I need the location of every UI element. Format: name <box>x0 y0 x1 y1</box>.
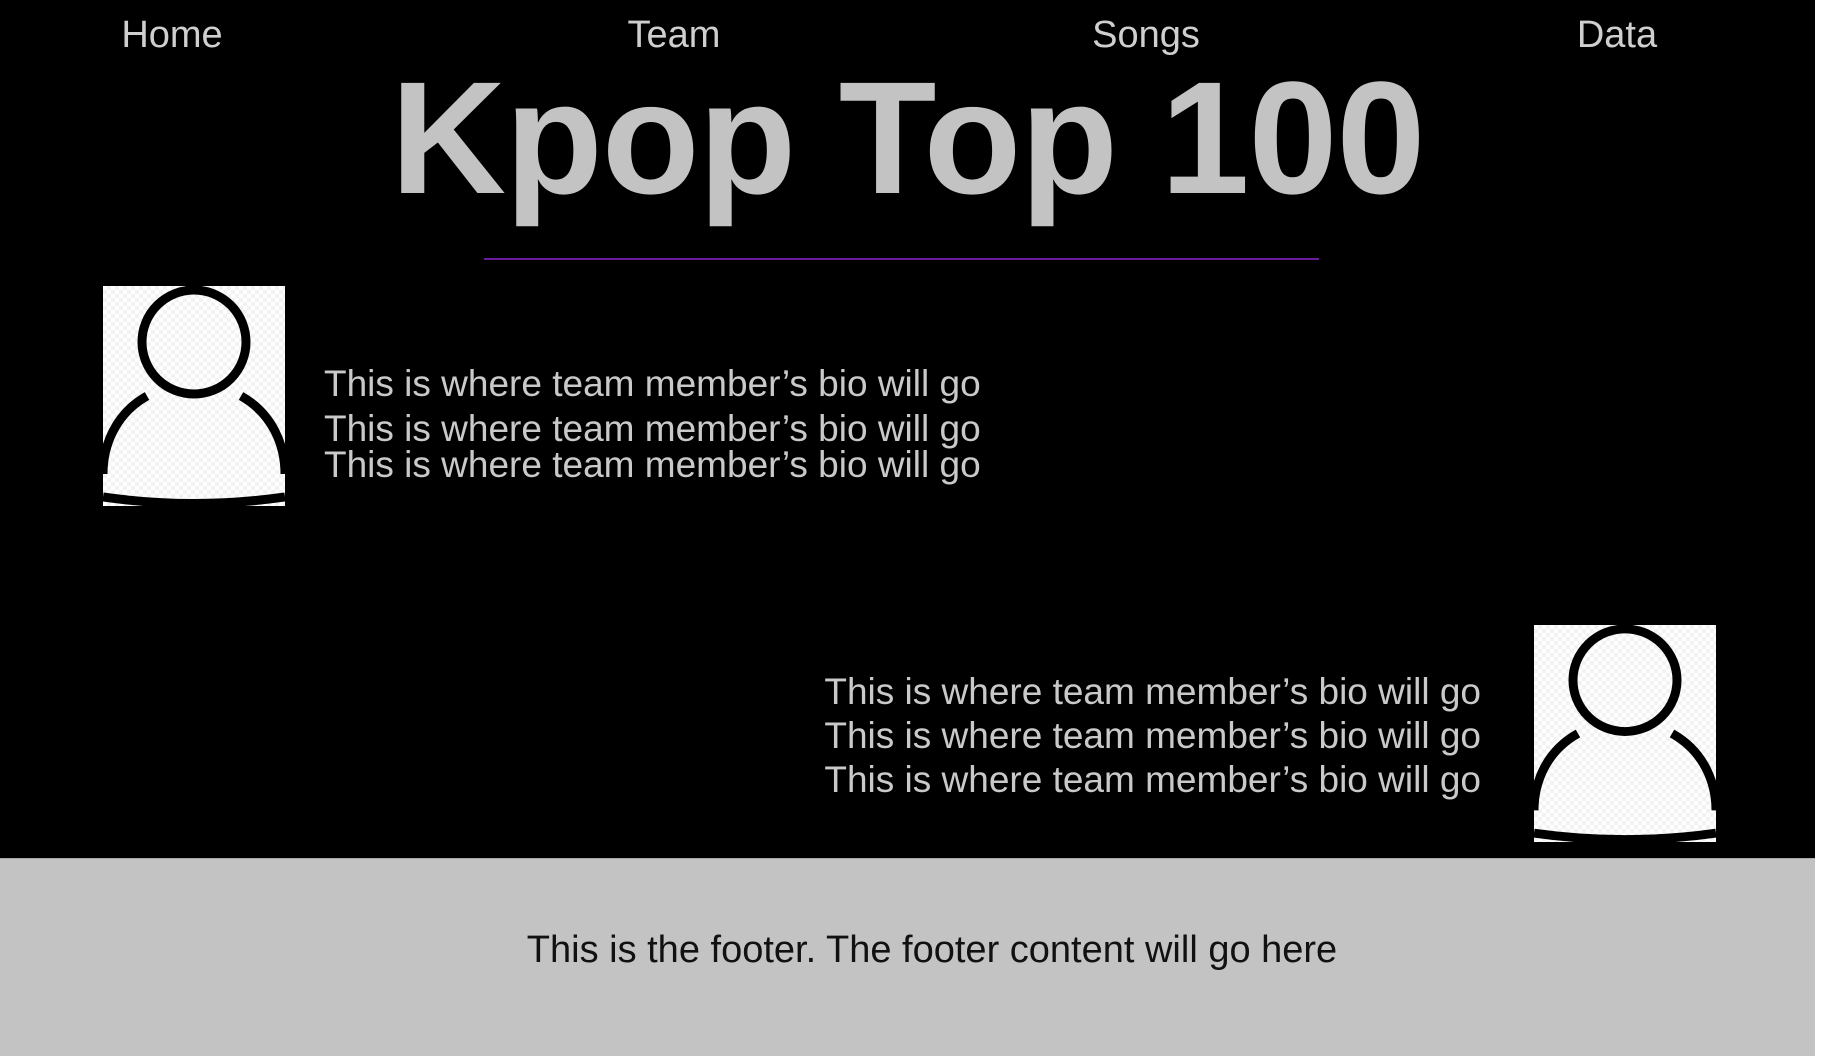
page-footer: This is the footer. The footer content w… <box>0 858 1815 1056</box>
nav-home-link[interactable]: Home <box>121 12 222 58</box>
footer-text: This is the footer. The footer content w… <box>526 929 1338 971</box>
team-member-1-bio-line-3: This is where team member’s bio will go <box>324 444 981 485</box>
person-placeholder-icon <box>103 286 285 506</box>
page-title: Kpop Top 100 <box>390 48 1426 227</box>
team-member-2-bio-line-2: This is where team member’s bio will go <box>824 715 1481 756</box>
team-member-1-bio-line-1: This is where team member’s bio will go <box>324 363 981 404</box>
person-placeholder-icon <box>1534 625 1716 842</box>
team-member-2-bio-line-1: This is where team member’s bio will go <box>824 671 1481 712</box>
title-divider <box>484 258 1319 260</box>
team-member-2-avatar <box>1534 625 1716 842</box>
team-member-2-bio-line-3: This is where team member’s bio will go <box>824 759 1481 800</box>
team-member-1-avatar <box>103 286 285 506</box>
page: Home Team Songs Data Kpop Top 100 This i… <box>0 0 1815 1056</box>
nav-data-link[interactable]: Data <box>1577 12 1657 58</box>
